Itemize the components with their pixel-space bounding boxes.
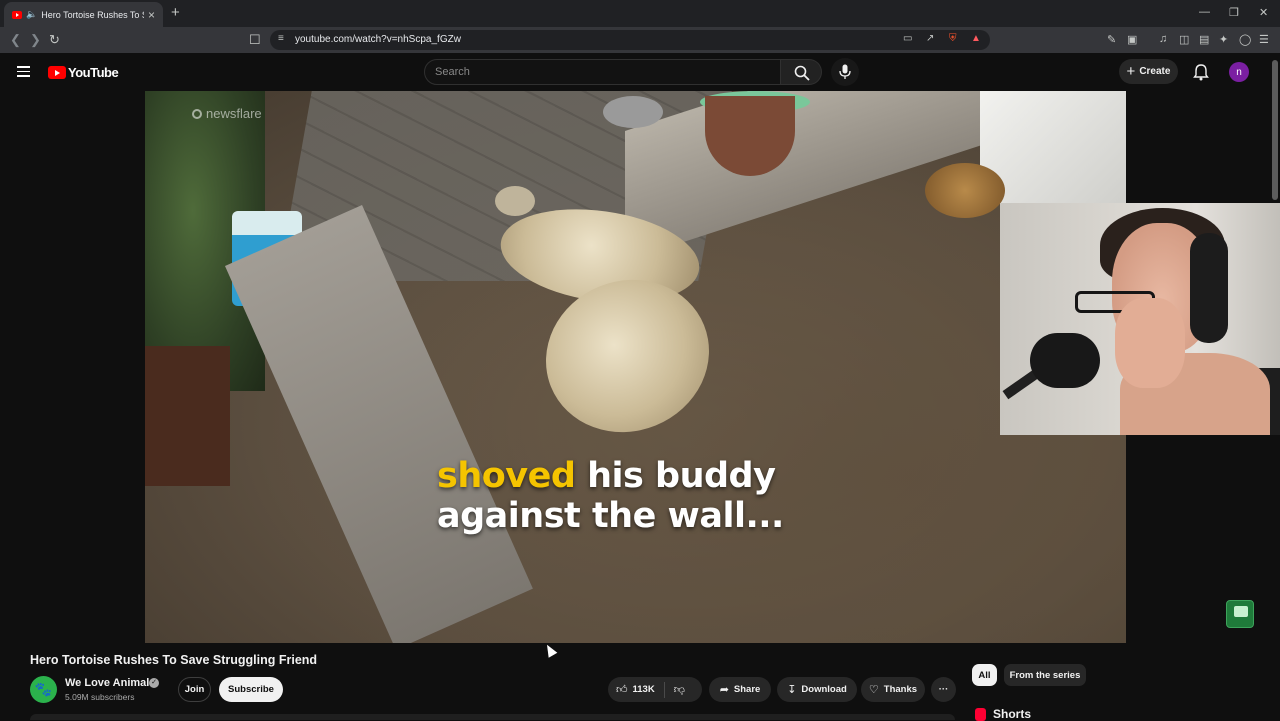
cast-icon[interactable]: ▭	[903, 33, 912, 44]
media-icon[interactable]: ♫	[1159, 33, 1167, 45]
tortoise-background	[925, 163, 1005, 218]
join-button[interactable]: Join	[178, 677, 211, 702]
like-count[interactable]: 113K	[633, 684, 655, 695]
tortoise-head	[495, 186, 535, 216]
channel-subscribers: 5.09M subscribers	[65, 692, 135, 702]
shorts-icon	[975, 707, 986, 721]
brave-rewards-icon[interactable]: ▲	[971, 33, 981, 44]
caption-line2: against the wall...	[437, 496, 784, 536]
address-url[interactable]: youtube.com/watch?v=nhScpa_fGZw	[295, 34, 461, 45]
extensions-icon[interactable]: ✎	[1107, 33, 1116, 46]
webcam-microphone	[1030, 333, 1100, 388]
dislike-icon[interactable]: 👎︎	[674, 683, 685, 696]
wallet-icon[interactable]: ▤	[1199, 33, 1209, 46]
create-button[interactable]: + Create	[1119, 59, 1178, 84]
close-window-icon[interactable]: ✕	[1259, 6, 1268, 19]
minimize-icon[interactable]: —	[1199, 6, 1210, 18]
mouse-cursor-icon	[542, 642, 558, 658]
browser-tab-bar: 🔈 Hero Tortoise Rushes To Save Strugglin…	[0, 0, 1280, 27]
menu-icon[interactable]: ☰	[1259, 33, 1269, 46]
sidebar-icon[interactable]: ◫	[1179, 33, 1189, 46]
newsflare-logo-icon	[192, 108, 202, 119]
search-icon	[794, 65, 810, 81]
video-caption: shoved his buddy against the wall...	[437, 456, 784, 536]
newsflare-watermark: newsflare	[192, 106, 262, 121]
vpn-icon[interactable]: ◯	[1239, 33, 1251, 46]
page-scrollbar[interactable]	[1272, 60, 1278, 200]
plus-icon: +	[1126, 63, 1136, 80]
webcam-headphones	[1190, 233, 1228, 343]
subscribe-button[interactable]: Subscribe	[219, 677, 283, 702]
thanks-button[interactable]: ♡ Thanks	[861, 677, 925, 702]
share-page-icon[interactable]: ↗	[926, 33, 934, 44]
download-label: Download	[801, 684, 847, 695]
forward-icon[interactable]: ❯	[30, 32, 41, 48]
notifications-bell-icon[interactable]	[1192, 63, 1210, 81]
download-icon: ↧	[787, 684, 797, 696]
like-icon[interactable]: 👍︎	[616, 683, 628, 696]
guide-menu-icon[interactable]	[17, 66, 30, 77]
youtube-header: YouTube Search + Create n	[0, 53, 1280, 91]
share-button[interactable]: ➦ Share	[709, 677, 771, 702]
youtube-play-icon	[48, 66, 66, 79]
thanks-heart-icon: ♡	[868, 684, 879, 696]
webcam-person-hands	[1115, 298, 1185, 388]
video-player[interactable]: newsflare shoved his buddy against the w…	[145, 91, 1126, 643]
site-info-icon[interactable]: ≡	[278, 33, 284, 44]
video-scene-bowl	[603, 96, 663, 128]
address-bar[interactable]: ≡ youtube.com/watch?v=nhScpa_fGZw ▭ ↗ ⛨ …	[270, 30, 990, 50]
share-icon: ➦	[719, 684, 729, 696]
back-icon[interactable]: ❮	[10, 32, 21, 48]
like-divider	[663, 681, 665, 698]
create-label: Create	[1139, 66, 1171, 77]
screenshot-icon[interactable]: ▣	[1127, 33, 1137, 46]
shorts-label: Shorts	[993, 707, 1032, 721]
description-box[interactable]	[30, 714, 955, 720]
video-title: Hero Tortoise Rushes To Save Struggling …	[30, 653, 318, 667]
more-actions-button[interactable]: ···	[931, 677, 956, 702]
like-dislike-group: 👍︎ 113K 👎︎	[608, 677, 702, 702]
speaker-icon[interactable]: 🔈	[26, 9, 37, 20]
search-button[interactable]	[781, 59, 822, 85]
verified-check-icon: ✓	[149, 678, 159, 688]
chip-from-the-series[interactable]: From the series	[1004, 664, 1086, 686]
channel-avatar-paw-icon[interactable]: 🐾	[30, 676, 57, 703]
voice-search-button[interactable]	[831, 58, 859, 86]
webcam-overlay	[1000, 203, 1280, 435]
new-tab-button[interactable]: +	[171, 4, 180, 21]
reload-icon[interactable]: ↻	[49, 32, 60, 48]
video-scene-planter	[145, 346, 230, 486]
download-button[interactable]: ↧ Download	[777, 677, 857, 702]
browser-tab[interactable]: 🔈 Hero Tortoise Rushes To Save Strugglin…	[4, 2, 163, 27]
tab-title: Hero Tortoise Rushes To Save Struggling …	[41, 9, 144, 20]
shorts-section-header: Shorts	[975, 707, 1031, 721]
caption-highlight: shoved	[437, 456, 576, 496]
channel-name[interactable]: We Love Animals	[65, 677, 155, 689]
search-placeholder: Search	[435, 66, 470, 78]
browser-toolbar: ❮ ❯ ↻ ☐ ≡ youtube.com/watch?v=nhScpa_fGZ…	[0, 27, 1280, 53]
youtube-logo[interactable]: YouTube	[48, 65, 119, 80]
watermark-text: newsflare	[206, 106, 262, 121]
youtube-favicon-icon	[12, 10, 22, 19]
microphone-icon	[839, 64, 851, 79]
leo-ai-icon[interactable]: ✦	[1219, 33, 1228, 46]
search-input[interactable]: Search	[424, 59, 781, 85]
caption-line1-rest: his buddy	[575, 456, 776, 496]
youtube-logo-text: YouTube	[68, 65, 119, 80]
brave-shield-icon[interactable]: ⛨	[949, 33, 957, 44]
close-tab-icon[interactable]: ×	[148, 8, 155, 22]
share-label: Share	[733, 684, 761, 695]
thanks-label: Thanks	[883, 684, 918, 695]
subscribe-overlay-icon[interactable]	[1226, 600, 1254, 628]
chip-all[interactable]: All	[972, 664, 997, 686]
bookmark-icon[interactable]: ☐	[249, 32, 261, 48]
account-avatar[interactable]: n	[1229, 62, 1249, 82]
restore-icon[interactable]: ❐	[1229, 6, 1239, 19]
